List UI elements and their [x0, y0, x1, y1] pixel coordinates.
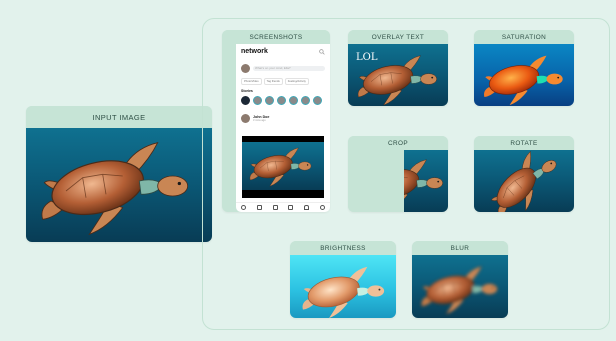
blur-label: BLUR	[412, 241, 508, 255]
story[interactable]	[289, 96, 298, 105]
input-image	[26, 128, 212, 242]
bell-icon[interactable]	[303, 205, 309, 210]
turtle-image	[478, 52, 570, 106]
post-avatar	[241, 114, 250, 123]
turtle-image	[296, 263, 392, 318]
story[interactable]	[253, 96, 262, 105]
post-meta: 3 mins ago	[253, 119, 266, 122]
blur-card: BLUR	[412, 241, 508, 318]
calendar-icon[interactable]	[288, 205, 294, 210]
action-feeling[interactable]: Feeling/Activity	[284, 78, 309, 85]
search-icon	[319, 48, 325, 55]
story-add[interactable]	[241, 96, 250, 105]
saturation-label: SATURATION	[474, 30, 574, 44]
turtle-image	[474, 150, 574, 212]
message-icon[interactable]	[256, 205, 262, 210]
overlay-text-label: OVERLAY TEXT	[348, 30, 448, 44]
story[interactable]	[265, 96, 274, 105]
action-photo[interactable]: Photo/Video	[241, 78, 262, 85]
turtle-image	[404, 156, 448, 210]
video-icon[interactable]	[272, 205, 278, 210]
story[interactable]	[277, 96, 286, 105]
home-icon[interactable]	[241, 205, 247, 210]
input-image-card: INPUT IMAGE	[26, 106, 212, 242]
crop-card: CROP	[348, 136, 448, 212]
post-image	[242, 136, 324, 198]
bottom-nav	[236, 202, 330, 212]
composer-input[interactable]: What's on your mind, Ella?	[253, 66, 325, 71]
saturation-card: SATURATION	[474, 30, 574, 106]
input-image-label: INPUT IMAGE	[26, 106, 212, 128]
brightness-label: BRIGHTNESS	[290, 241, 396, 255]
app-name: network	[241, 48, 268, 55]
profile-icon[interactable]	[319, 205, 325, 210]
phone-screenshot: network What's on your mind, Ella? Photo…	[236, 44, 330, 212]
overlay-text-card: OVERLAY TEXT LOL	[348, 30, 448, 106]
rotate-label: ROTATE	[474, 136, 574, 150]
avatar	[241, 64, 250, 73]
rotate-card: ROTATE	[474, 136, 574, 212]
turtle-image	[352, 52, 444, 106]
story[interactable]	[301, 96, 310, 105]
action-tag[interactable]: Tag friends	[263, 78, 283, 85]
turtle-image	[416, 263, 504, 315]
crop-label: CROP	[348, 136, 448, 150]
screenshots-label: SCREENSHOTS	[222, 30, 330, 44]
story[interactable]	[313, 96, 322, 105]
brightness-card: BRIGHTNESS	[290, 241, 396, 318]
turtle-image	[32, 136, 200, 236]
